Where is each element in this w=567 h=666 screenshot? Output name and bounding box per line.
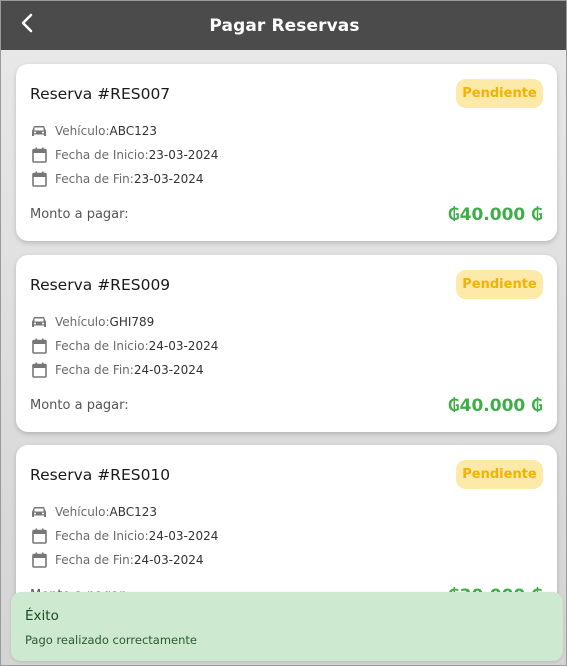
status-badge: Pendiente (456, 270, 543, 299)
toast-title: Éxito (25, 608, 59, 624)
status-badge: Pendiente (456, 79, 543, 108)
reservation-card[interactable]: Reserva #RES007 Pendiente Vehículo: ABC1… (16, 64, 557, 241)
success-toast[interactable]: Éxito Pago realizado correctamente (11, 592, 563, 661)
vehicle-value: ABC123 (109, 124, 158, 138)
vehicle-label: Vehículo: (55, 124, 110, 138)
calendar-icon (31, 171, 47, 187)
reservation-card[interactable]: Reserva #RES009 Pendiente Vehículo: GHI7… (16, 255, 557, 432)
reservation-title: Reserva #RES007 (30, 85, 171, 103)
start-date-label: Fecha de Inicio: (55, 529, 149, 543)
reservation-title: Reserva #RES009 (30, 276, 171, 294)
amount-value: ₲40.000 ₲ (447, 205, 543, 225)
end-date-value: 24-03-2024 (133, 363, 204, 377)
car-icon (31, 123, 47, 139)
end-date-value: 24-03-2024 (133, 553, 204, 567)
amount-label: Monto a pagar: (30, 398, 129, 413)
vehicle-label: Vehículo: (55, 315, 110, 329)
page-title: Pagar Reservas (209, 15, 360, 36)
vehicle-label: Vehículo: (55, 505, 110, 519)
vehicle-row: Vehículo: ABC123 (31, 122, 157, 140)
vehicle-value: GHI789 (109, 315, 155, 329)
calendar-icon (31, 528, 47, 544)
app-screen: Pagar Reservas Reserva #RES007 Pendiente… (0, 0, 567, 666)
amount-value: ₲40.000 ₲ (447, 396, 543, 416)
vehicle-value: ABC123 (109, 505, 158, 519)
start-date-value: 24-03-2024 (148, 529, 219, 543)
calendar-icon (31, 552, 47, 568)
end-date-label: Fecha de Fin: (55, 553, 134, 567)
back-button[interactable] (15, 13, 39, 37)
start-date-row: Fecha de Inicio: 23-03-2024 (31, 146, 218, 164)
status-badge: Pendiente (456, 460, 543, 489)
app-bar: Pagar Reservas (1, 1, 566, 50)
end-date-row: Fecha de Fin: 24-03-2024 (31, 551, 204, 569)
vehicle-row: Vehículo: GHI789 (31, 313, 154, 331)
amount-label: Monto a pagar: (30, 207, 129, 222)
calendar-icon (31, 362, 47, 378)
end-date-value: 23-03-2024 (133, 172, 204, 186)
calendar-icon (31, 338, 47, 354)
start-date-value: 24-03-2024 (148, 339, 219, 353)
start-date-label: Fecha de Inicio: (55, 148, 149, 162)
end-date-label: Fecha de Fin: (55, 363, 134, 377)
end-date-label: Fecha de Fin: (55, 172, 134, 186)
toast-message: Pago realizado correctamente (25, 633, 197, 647)
car-icon (31, 314, 47, 330)
start-date-value: 23-03-2024 (148, 148, 219, 162)
start-date-row: Fecha de Inicio: 24-03-2024 (31, 337, 218, 355)
end-date-row: Fecha de Fin: 23-03-2024 (31, 170, 204, 188)
vehicle-row: Vehículo: ABC123 (31, 503, 157, 521)
start-date-row: Fecha de Inicio: 24-03-2024 (31, 527, 218, 545)
end-date-row: Fecha de Fin: 24-03-2024 (31, 361, 204, 379)
car-icon (31, 504, 47, 520)
chevron-left-icon (20, 13, 34, 37)
calendar-icon (31, 147, 47, 163)
reservation-title: Reserva #RES010 (30, 466, 171, 484)
start-date-label: Fecha de Inicio: (55, 339, 149, 353)
